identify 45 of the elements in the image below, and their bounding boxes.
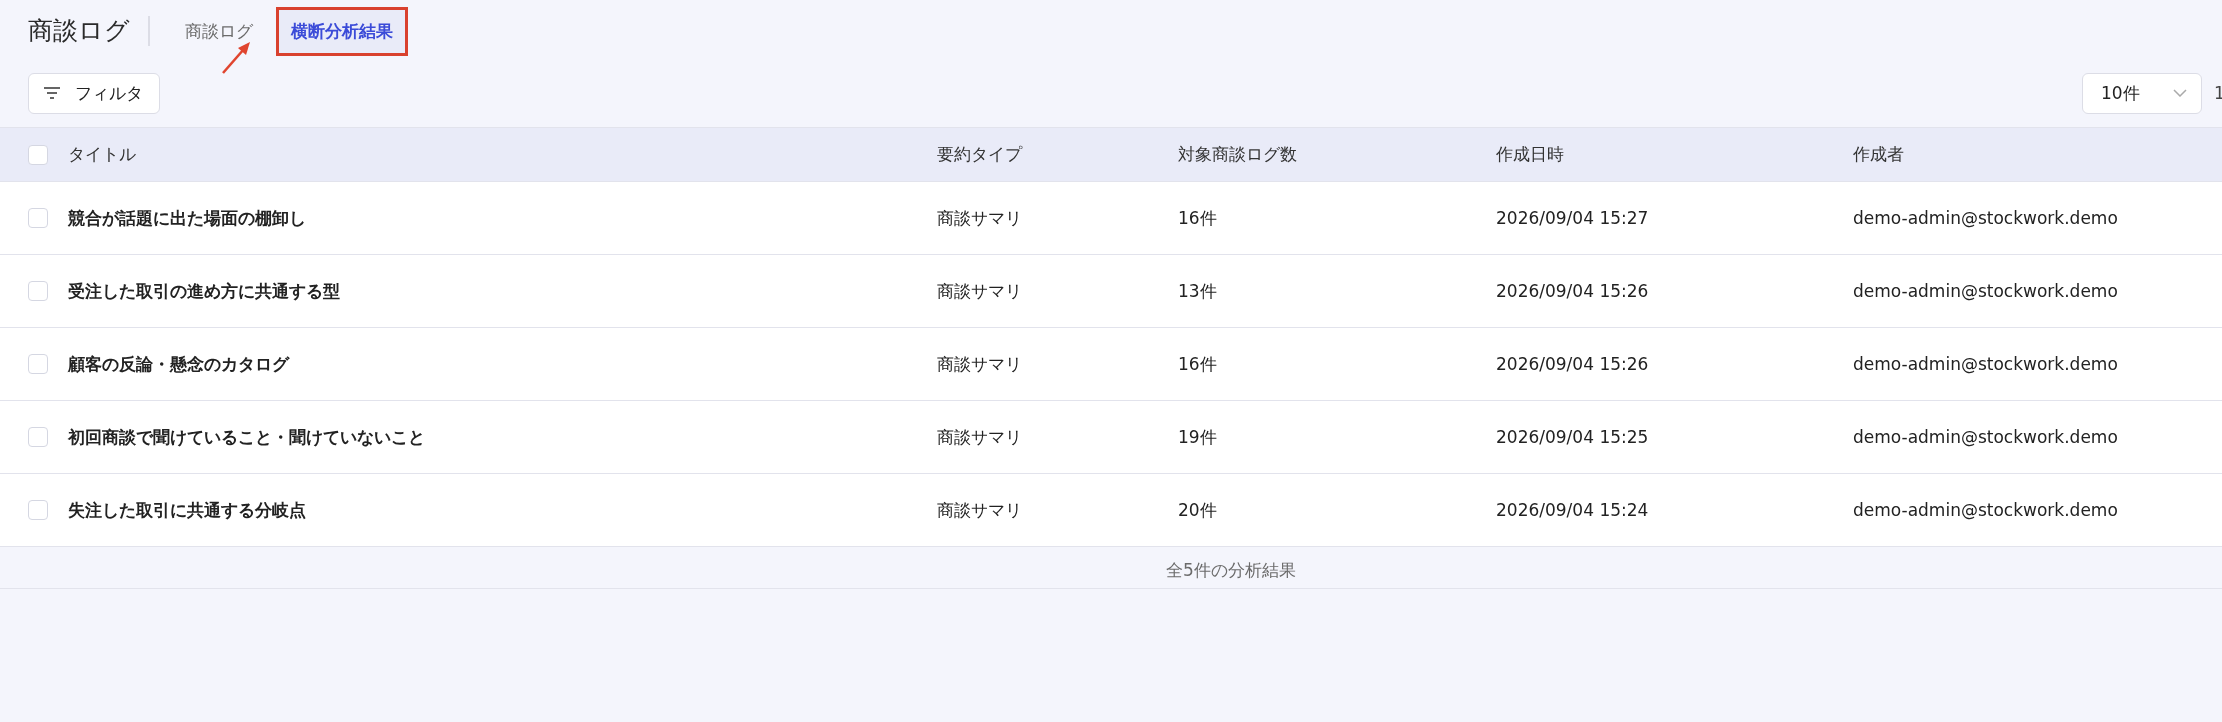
column-header: 要約タイプ [937,143,1024,166]
table-cell-text: 19件 [1178,425,1218,449]
table-cell-text: 商談サマリ [937,279,1023,303]
table-cell-text: 16件 [1178,352,1218,376]
table-cell-text: 20件 [1178,498,1218,522]
tab[interactable]: 横断分析結果 [276,6,408,56]
filter-icon [43,86,61,100]
table-cell-text: 商談サマリ [937,352,1023,376]
row-checkbox[interactable] [28,354,48,374]
table-cell-text: 商談サマリ [937,206,1023,230]
tab[interactable]: 商談ログ [170,6,268,56]
column-header: 作成者 [1853,143,1905,166]
page-title: 商談ログ [28,16,150,46]
column-header: タイトル [68,143,137,166]
table-cell-text: 16件 [1178,206,1218,230]
table-cell-text: demo-admin@stockwork.demo [1853,354,2119,374]
table-cell-text: 13件 [1178,279,1218,303]
result-count: 全5件の分析結果 [1166,559,1296,582]
table-cell-text: 商談サマリ [937,425,1023,449]
table-cell-text: 2026/09/04 15:26 [1496,281,1650,301]
row-title: 初回商談で聞けていること・聞けていないこと [68,425,426,449]
table-cell-text: demo-admin@stockwork.demo [1853,208,2119,228]
table-cell-text: 2026/09/04 15:24 [1496,500,1650,520]
chevron-down-icon [2173,89,2187,97]
row-title: 競合が話題に出た場面の棚卸し [68,206,307,230]
table-cell-text: demo-admin@stockwork.demo [1853,427,2119,447]
table-cell-text: 商談サマリ [937,498,1023,522]
column-header: 対象商談ログ数 [1178,143,1298,166]
row-checkbox[interactable] [28,208,48,228]
table-cell-text: 2026/09/04 15:26 [1496,354,1650,374]
table-cell-text: 2026/09/04 15:25 [1496,427,1650,447]
select-all-checkbox[interactable] [28,144,48,165]
filter-button[interactable]: フィルタ [28,72,160,114]
page-size-select[interactable]: 10件 [2082,72,2202,114]
annotation-arrow [220,40,252,75]
table-cell-text: demo-admin@stockwork.demo [1853,281,2119,301]
row-checkbox[interactable] [28,281,48,301]
row-title: 失注した取引に共通する分岐点 [68,498,307,522]
column-header: 作成日時 [1496,143,1565,166]
row-title: 顧客の反論・懸念のカタログ [68,352,291,376]
row-title: 受注した取引の進め方に共通する型 [68,279,341,303]
row-checkbox[interactable] [28,427,48,447]
table-cell-text: 2026/09/04 15:27 [1496,208,1650,228]
row-checkbox[interactable] [28,500,48,520]
table-cell-text: demo-admin@stockwork.demo [1853,500,2119,520]
